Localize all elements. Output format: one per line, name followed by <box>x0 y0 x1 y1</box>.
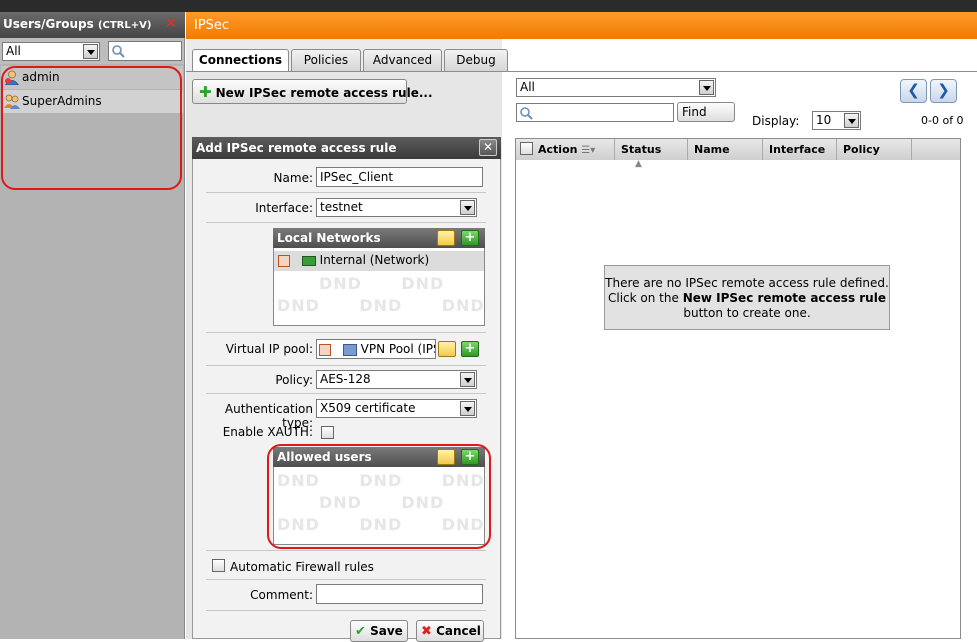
chevron-down-icon <box>844 113 859 128</box>
remove-icon[interactable] <box>319 343 331 356</box>
divider <box>206 550 486 551</box>
chevron-down-icon <box>460 372 475 387</box>
comment-label: Comment: <box>250 588 313 602</box>
display-label: Display: <box>752 114 800 128</box>
users-groups-shortcut: (CTRL+V) <box>97 20 152 31</box>
users-groups-title: Users/Groups <box>3 17 94 31</box>
cancel-icon: ✖ <box>421 624 432 639</box>
tab-connections[interactable]: Connections <box>192 49 289 72</box>
chevron-down-icon <box>460 401 475 416</box>
empty-line-1: There are no IPSec remote access rule de… <box>605 276 889 290</box>
rules-search-input[interactable] <box>516 103 674 122</box>
tab-policies[interactable]: Policies <box>291 49 361 71</box>
display-select[interactable]: 10 <box>812 111 861 130</box>
auto-firewall-checkbox[interactable] <box>212 559 225 572</box>
highlight-ring <box>267 444 491 549</box>
chevron-right-icon: ❯ <box>937 81 950 99</box>
name-label: Name: <box>273 171 313 185</box>
folder-icon[interactable] <box>437 230 455 246</box>
highlight-ring <box>1 66 182 190</box>
tab-advanced[interactable]: Advanced <box>363 49 442 71</box>
display-value: 10 <box>816 113 832 127</box>
column-header-name[interactable]: Name <box>688 139 763 160</box>
cancel-label: Cancel <box>436 624 481 638</box>
users-groups-header: Users/Groups (CTRL+V) <box>0 12 185 38</box>
empty-line-3: button to create one. <box>683 306 811 320</box>
virtual-ip-pool-value: VPN Pool (IPS <box>360 342 436 356</box>
column-header-interface[interactable]: Interface <box>763 139 837 160</box>
divider <box>206 365 486 366</box>
close-panel-icon[interactable]: ✕ <box>163 16 179 32</box>
empty-line-2: Click on the New IPSec remote access rul… <box>608 291 886 305</box>
auto-firewall-label: Automatic Firewall rules <box>230 560 374 574</box>
auth-type-value: X509 certificate <box>320 401 416 415</box>
divider <box>206 222 486 223</box>
close-icon[interactable]: ✕ <box>479 139 497 156</box>
top-strip <box>0 0 977 12</box>
policy-label: Policy: <box>275 373 313 387</box>
users-filter-select[interactable]: All <box>2 42 100 61</box>
folder-icon[interactable] <box>438 341 456 357</box>
tab-debug[interactable]: Debug <box>444 49 508 71</box>
divider <box>206 393 486 394</box>
local-networks-title: Local Networks <box>277 231 381 245</box>
enable-xauth-label: Enable XAUTH: <box>222 425 313 439</box>
pool-icon <box>342 343 357 356</box>
users-search-input[interactable] <box>108 41 182 61</box>
save-label: Save <box>370 624 403 638</box>
add-icon[interactable]: + <box>461 230 479 246</box>
search-icon <box>112 45 125 58</box>
local-network-label: Internal (Network) <box>319 253 430 267</box>
column-header-status[interactable]: Status ▲ <box>615 139 688 169</box>
find-button[interactable]: Find <box>677 102 735 122</box>
new-rule-button[interactable]: ✚ New IPSec remote access rule... <box>192 79 433 104</box>
add-icon[interactable]: + <box>461 341 479 357</box>
add-rule-title: Add IPSec remote access rule <box>192 137 501 159</box>
enable-xauth-checkbox[interactable] <box>321 426 334 439</box>
virtual-ip-pool-field[interactable]: VPN Pool (IPS <box>316 339 436 359</box>
drop-zone[interactable]: DND DND DND DND DND DND <box>277 273 483 325</box>
plus-icon: ✚ <box>199 83 212 101</box>
rules-filter-select[interactable]: All <box>516 78 716 97</box>
prev-page-button[interactable]: ❮ <box>900 79 927 103</box>
chevron-down-icon <box>699 80 714 95</box>
column-header-filler <box>912 139 960 160</box>
search-icon <box>520 107 533 120</box>
virtual-ip-pool-label: Virtual IP pool: <box>225 342 313 356</box>
page-title: IPSec <box>186 12 977 39</box>
comment-input[interactable] <box>316 584 483 604</box>
network-icon <box>301 255 316 266</box>
interface-select[interactable]: testnet <box>316 198 477 217</box>
new-rule-label: New IPSec remote access rule... <box>215 86 433 100</box>
remove-icon[interactable] <box>278 254 290 267</box>
interface-value: testnet <box>320 200 363 214</box>
check-icon: ✔ <box>355 624 366 639</box>
list-item[interactable]: Internal (Network) <box>274 251 484 271</box>
rules-grid <box>515 138 961 639</box>
name-input[interactable]: IPSec_Client <box>316 167 483 187</box>
sort-menu-icon[interactable]: ☰▾ <box>581 145 595 156</box>
sort-asc-icon: ▲ <box>635 159 642 169</box>
policy-value: AES-128 <box>320 372 371 386</box>
divider <box>206 192 486 193</box>
auth-type-select[interactable]: X509 certificate <box>316 399 477 418</box>
chevron-down-icon <box>83 44 98 59</box>
rules-filter-value: All <box>520 80 535 94</box>
next-page-button[interactable]: ❯ <box>930 79 957 103</box>
users-filter-value: All <box>6 44 21 58</box>
chevron-down-icon <box>460 200 475 215</box>
divider <box>206 610 486 611</box>
divider <box>206 579 486 580</box>
chevron-left-icon: ❮ <box>907 81 920 99</box>
interface-label: Interface: <box>255 201 313 215</box>
policy-select[interactable]: AES-128 <box>316 370 477 389</box>
select-all-checkbox[interactable] <box>520 142 533 155</box>
column-header-policy[interactable]: Policy <box>837 139 912 160</box>
divider <box>206 332 486 333</box>
empty-state-message: There are no IPSec remote access rule de… <box>604 265 890 330</box>
result-count: 0-0 of 0 <box>921 114 964 127</box>
